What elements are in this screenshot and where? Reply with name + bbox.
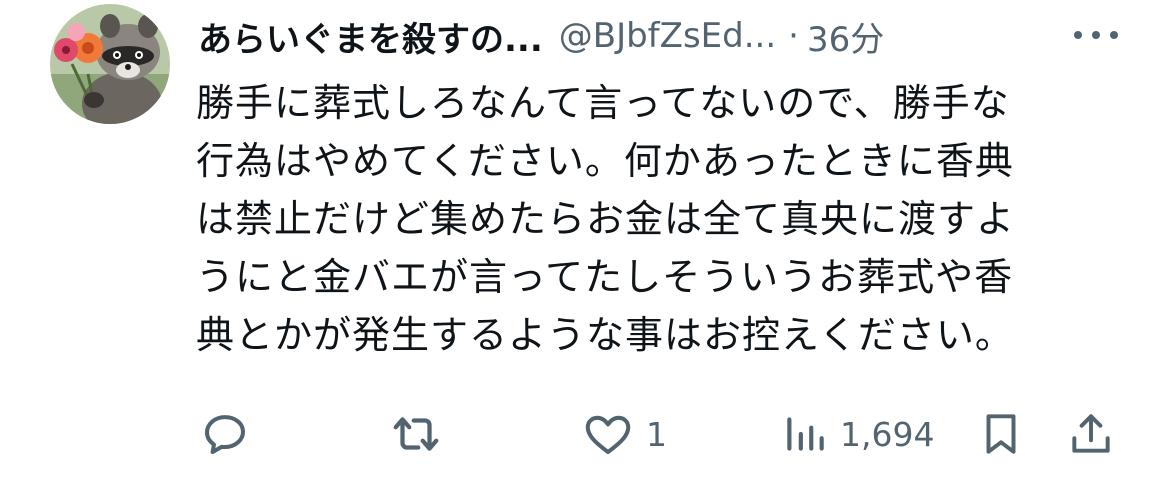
- repost-icon: [393, 417, 439, 451]
- share-button[interactable]: [1066, 404, 1116, 464]
- bookmark-button[interactable]: [976, 404, 1026, 464]
- heart-icon: [585, 415, 631, 455]
- view-count: 1,694: [840, 414, 935, 454]
- tweet-header: あらいぐまを殺すの... @BJbfZsEd... · 36分: [198, 8, 1128, 64]
- views-button[interactable]: 1,694: [780, 404, 934, 464]
- like-button[interactable]: 1: [580, 404, 667, 464]
- display-name[interactable]: あらいぐまを殺すの...: [198, 12, 543, 61]
- reply-button[interactable]: [198, 404, 252, 464]
- reply-icon: [204, 415, 246, 455]
- bookmark-icon: [986, 414, 1016, 454]
- raccoon-avatar-icon: [50, 4, 170, 124]
- repost-button[interactable]: [386, 404, 446, 464]
- user-handle[interactable]: @BJbfZsEd...: [559, 16, 776, 56]
- tweet-text: 勝手に葬式しろなんて言ってないので、勝手な 行為はやめてください。何かあったとき…: [196, 81, 1016, 357]
- like-count: 1: [646, 414, 667, 454]
- more-button[interactable]: [1068, 20, 1128, 50]
- avatar[interactable]: [50, 4, 170, 124]
- separator: ·: [788, 16, 799, 56]
- share-icon: [1072, 414, 1110, 453]
- action-bar: 1 1,694: [0, 404, 1153, 464]
- more-dots-icon: [1074, 31, 1118, 39]
- timestamp[interactable]: 36分: [807, 12, 884, 61]
- tweet[interactable]: あらいぐまを殺すの... @BJbfZsEd... · 36分 勝手に葬式しろな…: [0, 0, 1153, 487]
- views-bar-icon: [787, 417, 824, 451]
